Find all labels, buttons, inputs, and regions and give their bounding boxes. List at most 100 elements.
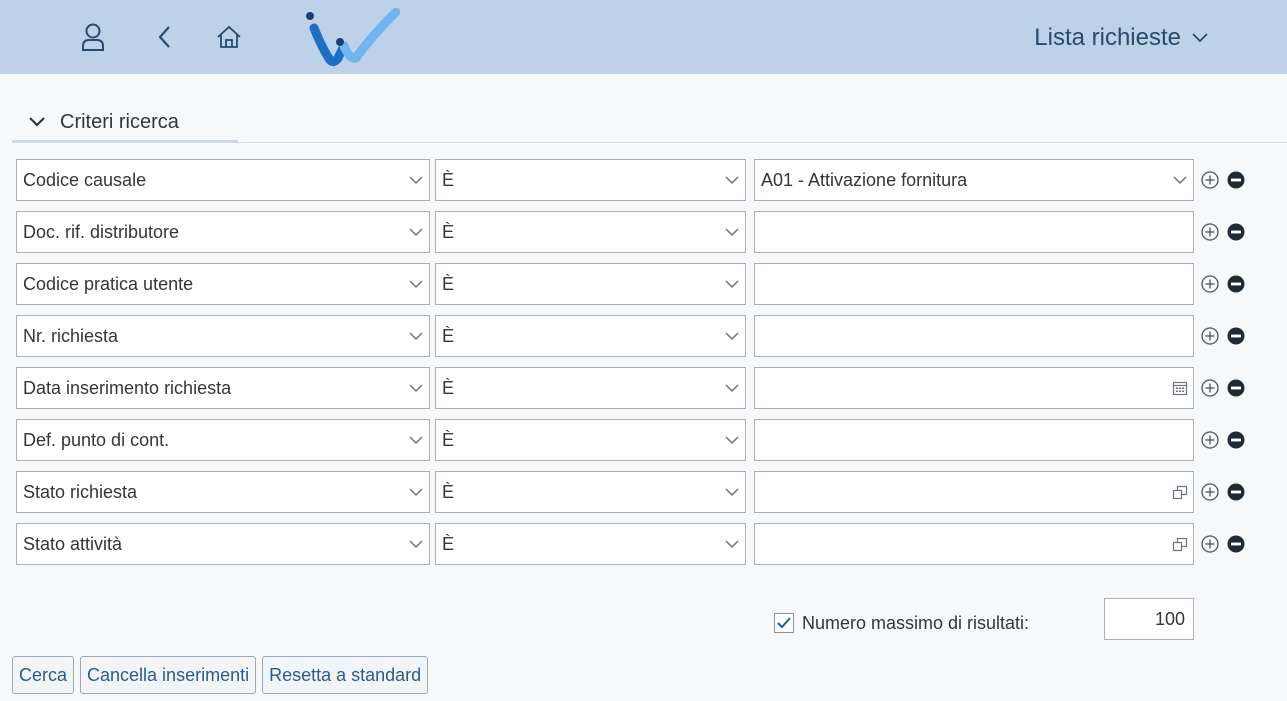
value-dropdown-text: A01 - Attivazione fornitura [761,169,968,190]
chevron-down-icon [29,117,45,127]
field-select-text: Codice causale [23,169,147,190]
calendar-icon[interactable] [1167,367,1193,409]
operator-select-text: È [442,169,455,190]
value-field[interactable]: A01 - Attivazione fornitura [754,159,1194,201]
chevron-down-icon [403,471,429,513]
search-button[interactable]: Cerca [12,656,75,694]
chevron-down-icon [719,315,745,357]
clear-button[interactable]: Cancella inserimenti [80,656,257,694]
operator-select[interactable]: È [435,367,746,409]
operator-select[interactable]: È [435,419,746,461]
criteria-row: Nr. richiesta È [16,315,1256,357]
chevron-down-icon [403,263,429,305]
chevron-down-icon [403,523,429,565]
chevron-down-icon [403,315,429,357]
value-input[interactable] [761,317,1193,355]
remove-row-icon[interactable] [1226,378,1246,398]
field-select[interactable]: Codice causale [16,159,430,201]
field-select[interactable]: Stato attività [16,523,430,565]
app-title-menu[interactable]: Lista richieste [1034,22,1209,54]
app-title: Lista richieste [1034,24,1181,51]
field-select[interactable]: Data inserimento richiesta [16,367,430,409]
operator-select[interactable]: È [435,523,746,565]
value-field [754,367,1194,409]
criteria-row: Def. punto di cont. È [16,419,1256,461]
field-select[interactable]: Codice pratica utente [16,263,430,305]
add-row-icon[interactable] [1200,430,1220,450]
value-input[interactable] [761,265,1193,303]
add-row-icon[interactable] [1200,274,1220,294]
panel-header-underline [12,140,238,143]
value-input[interactable] [761,369,1167,407]
operator-select-text: È [442,429,455,450]
max-results-checkbox[interactable] [774,613,794,633]
remove-row-icon[interactable] [1226,326,1246,346]
value-field [754,263,1194,305]
checkmark-icon [777,617,791,629]
add-row-icon[interactable] [1200,378,1220,398]
operator-select[interactable]: È [435,263,746,305]
field-select-text: Doc. rif. distributore [23,221,180,242]
criteria-row: Stato richiesta È [16,471,1256,513]
max-results-group: Numero massimo di risultati: [774,602,1029,644]
chevron-down-icon [719,211,745,253]
operator-select[interactable]: È [435,471,746,513]
add-row-icon[interactable] [1200,326,1220,346]
remove-row-icon[interactable] [1226,430,1246,450]
remove-row-icon[interactable] [1226,274,1246,294]
max-results-label: Numero massimo di risultati: [802,612,1030,633]
operator-select-text: È [442,273,455,294]
add-row-icon[interactable] [1200,534,1220,554]
add-row-icon[interactable] [1200,222,1220,242]
value-field [754,419,1194,461]
company-logo [300,7,401,68]
chevron-down-icon [1167,159,1193,201]
field-select[interactable]: Nr. richiesta [16,315,430,357]
criteria-row: Data inserimento richiesta È [16,367,1256,409]
value-help-icon[interactable] [1167,471,1193,513]
chevron-down-icon [719,471,745,513]
value-input[interactable] [761,525,1167,563]
remove-row-icon[interactable] [1226,482,1246,502]
chevron-down-icon [1192,33,1208,43]
remove-row-icon[interactable] [1226,534,1246,554]
criteria-row: Codice pratica utente È [16,263,1256,305]
operator-select-text: È [442,481,455,502]
user-icon[interactable] [76,20,110,54]
field-select-text: Stato richiesta [23,481,138,502]
chevron-down-icon [719,419,745,461]
criteria-row: Stato attività È [16,523,1256,565]
value-input[interactable] [761,213,1193,251]
add-row-icon[interactable] [1200,170,1220,190]
value-field [754,471,1194,513]
field-select[interactable]: Def. punto di cont. [16,419,430,461]
operator-select[interactable]: È [435,315,746,357]
criteria-panel-toggle[interactable]: Criteri ricerca [12,102,238,142]
operator-select-text: È [442,377,455,398]
shell-bar: Lista richieste [0,0,1287,74]
remove-row-icon[interactable] [1226,170,1246,190]
home-icon[interactable] [212,20,246,54]
field-select[interactable]: Doc. rif. distributore [16,211,430,253]
chevron-down-icon [719,367,745,409]
value-field [754,315,1194,357]
main-content: Criteri ricerca Codice causale È A01 - Att… [0,74,1287,701]
chevron-down-icon [719,159,745,201]
operator-select[interactable]: È [435,211,746,253]
operator-select-text: È [442,221,455,242]
value-help-icon[interactable] [1167,523,1193,565]
back-icon[interactable] [148,20,182,54]
operator-select-text: È [442,533,455,554]
chevron-down-icon [719,523,745,565]
remove-row-icon[interactable] [1226,222,1246,242]
field-select[interactable]: Stato richiesta [16,471,430,513]
value-input[interactable] [761,421,1193,459]
chevron-down-icon [403,367,429,409]
reset-button[interactable]: Resetta a standard [262,656,429,694]
max-results-input[interactable] [1104,598,1194,640]
add-row-icon[interactable] [1200,482,1220,502]
chevron-down-icon [403,419,429,461]
value-input[interactable] [761,473,1167,511]
operator-select[interactable]: È [435,159,746,201]
chevron-down-icon [403,159,429,201]
